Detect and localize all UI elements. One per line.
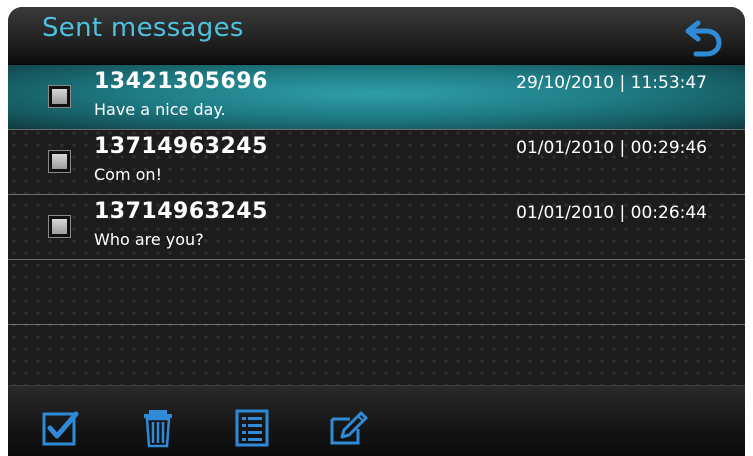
message-text: Who are you? xyxy=(94,230,204,249)
select-all-button[interactable] xyxy=(38,406,82,450)
message-timestamp: 29/10/2010 | 11:53:47 xyxy=(516,73,707,93)
message-timestamp: 01/01/2010 | 00:29:46 xyxy=(516,138,707,158)
select-all-icon xyxy=(42,411,79,446)
compose-button[interactable] xyxy=(326,406,370,450)
edit-icon xyxy=(330,411,368,445)
back-button[interactable] xyxy=(680,13,728,61)
message-list: 13421305696 Have a nice day. 29/10/2010 … xyxy=(8,65,745,325)
message-timestamp: 01/01/2010 | 00:26:44 xyxy=(516,203,707,223)
message-row[interactable]: 13714963245 Who are you? 01/01/2010 | 00… xyxy=(8,195,745,260)
sender-number: 13714963245 xyxy=(94,199,268,224)
trash-icon xyxy=(144,410,172,448)
message-row[interactable]: 13714963245 Com on! 01/01/2010 | 00:29:4… xyxy=(8,130,745,195)
bottom-toolbar xyxy=(8,385,745,456)
message-text: Com on! xyxy=(94,165,162,184)
list-icon xyxy=(235,409,269,447)
app-window: Sent messages 13421305696 Have a nice da… xyxy=(8,7,745,456)
header-bar: Sent messages xyxy=(8,7,745,65)
message-text: Have a nice day. xyxy=(94,100,226,119)
back-arrow-icon xyxy=(685,20,722,57)
page-title: Sent messages xyxy=(42,13,244,43)
message-checkbox[interactable] xyxy=(48,150,71,173)
message-row[interactable]: 13421305696 Have a nice day. 29/10/2010 … xyxy=(8,65,745,130)
sender-number: 13714963245 xyxy=(94,134,268,159)
details-button[interactable] xyxy=(230,406,274,450)
empty-row xyxy=(8,260,745,325)
message-checkbox[interactable] xyxy=(48,215,71,238)
delete-button[interactable] xyxy=(136,406,180,450)
sender-number: 13421305696 xyxy=(94,69,268,94)
message-checkbox[interactable] xyxy=(48,85,71,108)
